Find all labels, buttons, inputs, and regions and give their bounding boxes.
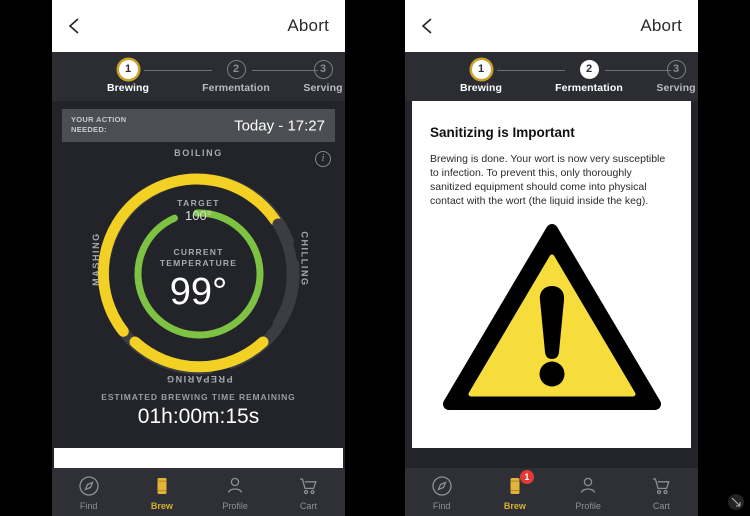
- notification-badge: 1: [519, 470, 534, 484]
- banner-title-line2: NEEDED:: [71, 124, 107, 134]
- right-stepper: 1 Brewing 2 Fermentation 3 Serving: [405, 52, 698, 101]
- tab-label: Profile: [222, 501, 248, 511]
- compass-icon: [52, 474, 125, 498]
- step-label: Fermentation: [202, 82, 270, 94]
- person-icon: [199, 474, 272, 498]
- current-temperature-value: 99°: [169, 271, 228, 313]
- left-tabbar: Find Brew Profile Cart: [52, 468, 345, 516]
- article-body: Brewing is done. Your wort is now very s…: [430, 153, 666, 207]
- banner-title: YOUR ACTION NEEDED:: [71, 115, 127, 134]
- right-phone-panel: Abort 1 Brewing 2 Fermentation 3 Serving…: [405, 0, 698, 516]
- step-number: 1: [471, 60, 491, 79]
- step-number: 1: [118, 60, 138, 79]
- warning-triangle-icon: [430, 224, 673, 410]
- target-value: 100°: [185, 208, 212, 223]
- screenshot-stage: Abort 1 Brewing 2 Fermentation 3 Serving…: [0, 0, 750, 516]
- right-navbar: Abort: [405, 0, 698, 52]
- cart-icon: [625, 474, 698, 498]
- arc-label-boiling: BOILING: [174, 148, 223, 158]
- tab-profile[interactable]: Profile: [552, 468, 625, 516]
- gauge-center-readout: TARGET 100° CURRENT TEMPERATURE 99°: [124, 198, 274, 314]
- banner-title-line1: YOUR ACTION: [71, 115, 127, 124]
- tab-label: Find: [432, 501, 451, 511]
- stepper-step-fermentation[interactable]: 2 Fermentation: [544, 52, 634, 94]
- temperature-gauge: i BOILING MASHING CHILLING PREPARING TAR…: [52, 142, 345, 442]
- eta-label: ESTIMATED BREWING TIME REMAINING: [101, 392, 296, 402]
- stepper-step-serving[interactable]: 3 Serving: [631, 52, 698, 94]
- tab-label: Cart: [299, 501, 317, 511]
- left-phone-panel: Abort 1 Brewing 2 Fermentation 3 Serving…: [52, 0, 345, 516]
- stepper-step-serving[interactable]: 3 Serving: [278, 52, 345, 94]
- step-number: 2: [226, 60, 246, 79]
- tab-brew[interactable]: Brew: [125, 468, 198, 516]
- step-label: Serving: [303, 82, 343, 94]
- tab-label: Brew: [150, 501, 173, 511]
- step-number: 3: [313, 60, 333, 79]
- step-label: Fermentation: [555, 82, 623, 94]
- tab-find[interactable]: Find: [52, 468, 125, 516]
- step-label: Serving: [656, 82, 696, 94]
- person-icon: [552, 474, 625, 498]
- tab-label: Profile: [575, 501, 601, 511]
- arc-label-chilling: CHILLING: [299, 231, 310, 287]
- stepper-step-fermentation[interactable]: 2 Fermentation: [191, 52, 281, 94]
- banner-timestamp: Today - 17:27: [234, 117, 325, 134]
- arc-label-mashing: MASHING: [90, 232, 101, 286]
- tab-find[interactable]: Find: [405, 468, 478, 516]
- compass-icon: [405, 474, 478, 498]
- tab-brew[interactable]: 1 Brew: [478, 468, 551, 516]
- tab-label: Brew: [503, 501, 526, 511]
- tab-cart[interactable]: Cart: [272, 468, 345, 516]
- current-temperature-label: CURRENT TEMPERATURE: [124, 247, 274, 269]
- chevron-left-icon[interactable]: [66, 17, 84, 35]
- tab-profile[interactable]: Profile: [199, 468, 272, 516]
- right-tabbar: Find 1 Brew Profile Cart: [405, 468, 698, 516]
- stepper-step-brewing[interactable]: 1 Brewing: [83, 52, 173, 94]
- eta-value: 01h:00m:15s: [137, 405, 260, 428]
- keg-icon: [125, 474, 198, 498]
- target-label: TARGET: [177, 198, 220, 208]
- tab-label: Cart: [652, 501, 670, 511]
- stepper-step-brewing[interactable]: 1 Brewing: [436, 52, 526, 94]
- left-stepper: 1 Brewing 2 Fermentation 3 Serving: [52, 52, 345, 101]
- action-needed-banner[interactable]: YOUR ACTION NEEDED: Today - 17:27: [62, 109, 335, 142]
- abort-button[interactable]: Abort: [287, 16, 329, 36]
- abort-button[interactable]: Abort: [640, 16, 682, 36]
- cart-icon: [272, 474, 345, 498]
- tab-cart[interactable]: Cart: [625, 468, 698, 516]
- chevron-left-icon[interactable]: [419, 17, 437, 35]
- step-number: 3: [666, 60, 686, 79]
- resize-cursor-icon: [728, 494, 744, 510]
- tab-label: Find: [79, 501, 98, 511]
- left-navbar: Abort: [52, 0, 345, 52]
- keg-icon: [478, 474, 551, 498]
- article-content: Sanitizing is Important Brewing is done.…: [412, 101, 691, 448]
- arc-label-preparing: PREPARING: [164, 374, 233, 384]
- current-label-line2: TEMPERATURE: [159, 258, 238, 268]
- step-label: Brewing: [106, 82, 150, 94]
- current-label-line1: CURRENT: [173, 247, 224, 257]
- content-separator: [54, 448, 343, 468]
- step-label: Brewing: [459, 82, 503, 94]
- article-heading: Sanitizing is Important: [430, 125, 575, 140]
- step-number: 2: [579, 60, 599, 79]
